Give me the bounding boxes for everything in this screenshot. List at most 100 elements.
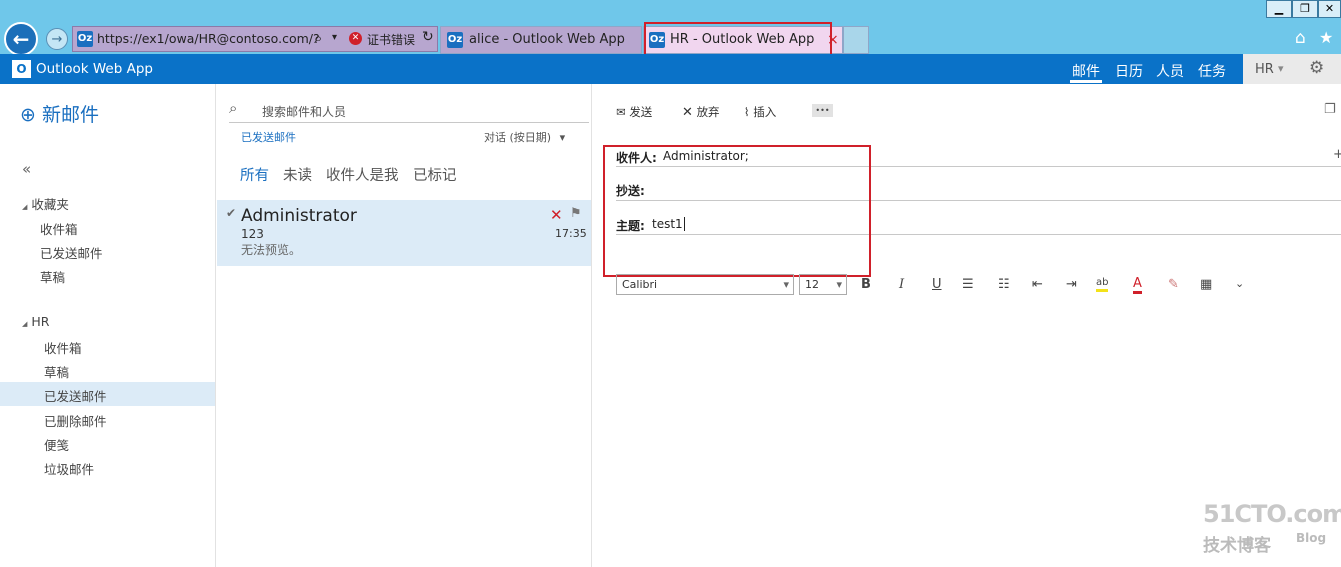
sidebar-item-deleted[interactable]: 已删除邮件	[44, 411, 107, 430]
chevron-down-icon: ▾	[559, 131, 566, 144]
tab-alice[interactable]: Oz alice - Outlook Web App	[440, 26, 642, 54]
insert-label: 插入	[753, 105, 777, 119]
nav-people[interactable]: 人员	[1156, 61, 1184, 81]
filter-unread[interactable]: 未读	[283, 164, 312, 185]
decrease-indent-button[interactable]: ⇤	[1032, 277, 1043, 292]
gear-icon[interactable]: ⚙	[1309, 58, 1324, 78]
account-header[interactable]: ◢ HR	[22, 314, 49, 329]
bullets-button[interactable]: ☰	[962, 277, 974, 292]
close-window-button[interactable]: ✕	[1318, 0, 1341, 18]
sidebar-item-fav-sent[interactable]: 已发送邮件	[40, 243, 103, 262]
filter-to-me[interactable]: 收件人是我	[326, 164, 399, 185]
numbering-button[interactable]: ☷	[998, 277, 1010, 292]
increase-indent-button[interactable]: ⇥	[1066, 277, 1077, 292]
nav-mail[interactable]: 邮件	[1072, 61, 1100, 81]
outlook-favicon-icon: Oz	[77, 31, 93, 47]
caret-icon: ◢	[22, 320, 28, 328]
app-title[interactable]: Outlook Web App	[36, 61, 153, 77]
new-mail-label: 新邮件	[41, 104, 99, 126]
nav-tasks[interactable]: 任务	[1198, 61, 1226, 81]
discard-button[interactable]: ✕ 放弃	[682, 104, 720, 120]
send-label: 发送	[629, 105, 653, 119]
sidebar-item-drafts[interactable]: 草稿	[44, 362, 69, 381]
list-item[interactable]: ✔ Administrator ✕ ⚑ 123 17:35 无法预览。	[217, 200, 591, 266]
sidebar-item-notes[interactable]: 便笺	[44, 435, 69, 454]
font-name-select[interactable]: Calibri ▾	[616, 274, 794, 295]
back-button[interactable]: ←	[4, 22, 38, 56]
nav-calendar[interactable]: 日历	[1115, 61, 1143, 81]
cert-error-label[interactable]: 证书错误	[367, 31, 415, 48]
filter-all[interactable]: 所有	[240, 164, 269, 185]
chevron-down-icon: ▾	[783, 278, 789, 291]
folder-pane: ⊕ 新邮件 « ◢ 收藏夹 收件箱 已发送邮件 草稿 ◢ HR 收件箱 草稿 已…	[0, 84, 215, 567]
sidebar-item-fav-drafts[interactable]: 草稿	[40, 267, 65, 286]
font-name-value: Calibri	[622, 278, 658, 291]
insert-button[interactable]: ⌇ 插入	[744, 104, 776, 120]
user-menu[interactable]: HR ▾ ⚙	[1243, 54, 1341, 84]
check-icon[interactable]: ✔	[226, 206, 236, 220]
home-icon[interactable]: ⌂	[1295, 28, 1306, 48]
send-button[interactable]: ✉ 发送	[616, 104, 652, 120]
chevron-down-icon: ▾	[836, 278, 842, 291]
more-format-button[interactable]: ⌄	[1235, 277, 1244, 290]
refresh-icon[interactable]: ↻	[422, 29, 434, 45]
clear-format-button[interactable]: ✎	[1168, 277, 1179, 292]
collapse-icon[interactable]: «	[22, 160, 31, 178]
highlight-box	[603, 145, 871, 277]
bold-button[interactable]: B	[861, 277, 871, 292]
favorites-star-icon[interactable]: ★	[1319, 28, 1333, 47]
search-placeholder[interactable]: 搜索邮件和人员	[262, 103, 346, 120]
browser-chrome: ▁ ❐ ✕ ← → Oz https://ex1/owa/HR@contoso.…	[0, 0, 1341, 62]
send-icon: ✉	[616, 105, 626, 119]
message-subject: 123	[241, 227, 264, 241]
close-icon: ✕	[682, 105, 693, 120]
back-arrow-icon: ←	[12, 27, 30, 51]
cert-error-icon: ✕	[349, 32, 362, 45]
outlook-logo-icon: O	[12, 60, 31, 78]
chevron-down-icon: ▾	[1278, 62, 1284, 75]
favorites-header[interactable]: ◢ 收藏夹	[22, 194, 69, 213]
message-list-pane: ⌕ 搜索邮件和人员 已发送邮件 对话 (按日期) ▾ 所有 未读 收件人是我 已…	[215, 84, 592, 567]
sidebar-item-inbox[interactable]: 收件箱	[44, 338, 82, 357]
new-tab-button[interactable]	[843, 26, 869, 54]
tab-title: alice - Outlook Web App	[469, 32, 625, 47]
font-color-button[interactable]: A	[1133, 277, 1142, 294]
filter-flagged[interactable]: 已标记	[413, 164, 457, 185]
owa-header: O Outlook Web App 邮件 日历 人员 任务 HR ▾ ⚙	[0, 54, 1341, 84]
italic-button[interactable]: I	[899, 277, 904, 292]
selected-folder-highlight	[0, 382, 215, 406]
sort-label: 对话 (按日期)	[484, 131, 552, 144]
sidebar-item-junk[interactable]: 垃圾邮件	[44, 459, 94, 478]
address-bar[interactable]: Oz https://ex1/owa/HR@contoso.com/? ⌕ ▾ …	[72, 26, 438, 52]
chevron-down-icon[interactable]: ▾	[332, 32, 337, 43]
font-size-select[interactable]: 12 ▾	[799, 274, 847, 295]
delete-icon[interactable]: ✕	[550, 206, 563, 224]
watermark-blog: Blog	[1296, 531, 1327, 545]
insert-table-button[interactable]: ▦	[1200, 277, 1212, 292]
sidebar-item-sent[interactable]: 已发送邮件	[44, 386, 107, 405]
popout-icon[interactable]: ❐	[1324, 102, 1336, 117]
underline-button[interactable]: U	[932, 277, 942, 292]
new-mail-button[interactable]: ⊕ 新邮件	[20, 100, 99, 127]
message-preview: 无法预览。	[241, 243, 302, 257]
watermark-sub: 技术博客	[1203, 536, 1271, 556]
flag-icon[interactable]: ⚑	[570, 206, 582, 221]
add-recipient-icon[interactable]: +	[1333, 147, 1341, 162]
highlight-button[interactable]: ab	[1096, 277, 1109, 292]
discard-label: 放弃	[696, 105, 720, 119]
restore-button[interactable]: ❐	[1292, 0, 1318, 18]
current-folder-name: 已发送邮件	[241, 131, 296, 144]
minimize-button[interactable]: ▁	[1266, 0, 1292, 18]
forward-arrow-icon: →	[51, 31, 63, 47]
forward-button[interactable]: →	[46, 28, 68, 50]
address-url[interactable]: https://ex1/owa/HR@contoso.com/?	[97, 31, 320, 46]
account-label: HR	[31, 314, 50, 329]
sort-dropdown[interactable]: 对话 (按日期) ▾	[484, 129, 565, 145]
more-options-button[interactable]: •••	[812, 104, 833, 117]
search-box[interactable]: ⌕ 搜索邮件和人员	[229, 99, 589, 123]
caret-icon: ◢	[22, 203, 28, 211]
search-icon[interactable]: ⌕	[314, 29, 322, 47]
font-size-value: 12	[805, 278, 819, 291]
outlook-favicon-icon: Oz	[447, 32, 463, 48]
sidebar-item-fav-inbox[interactable]: 收件箱	[40, 219, 78, 238]
